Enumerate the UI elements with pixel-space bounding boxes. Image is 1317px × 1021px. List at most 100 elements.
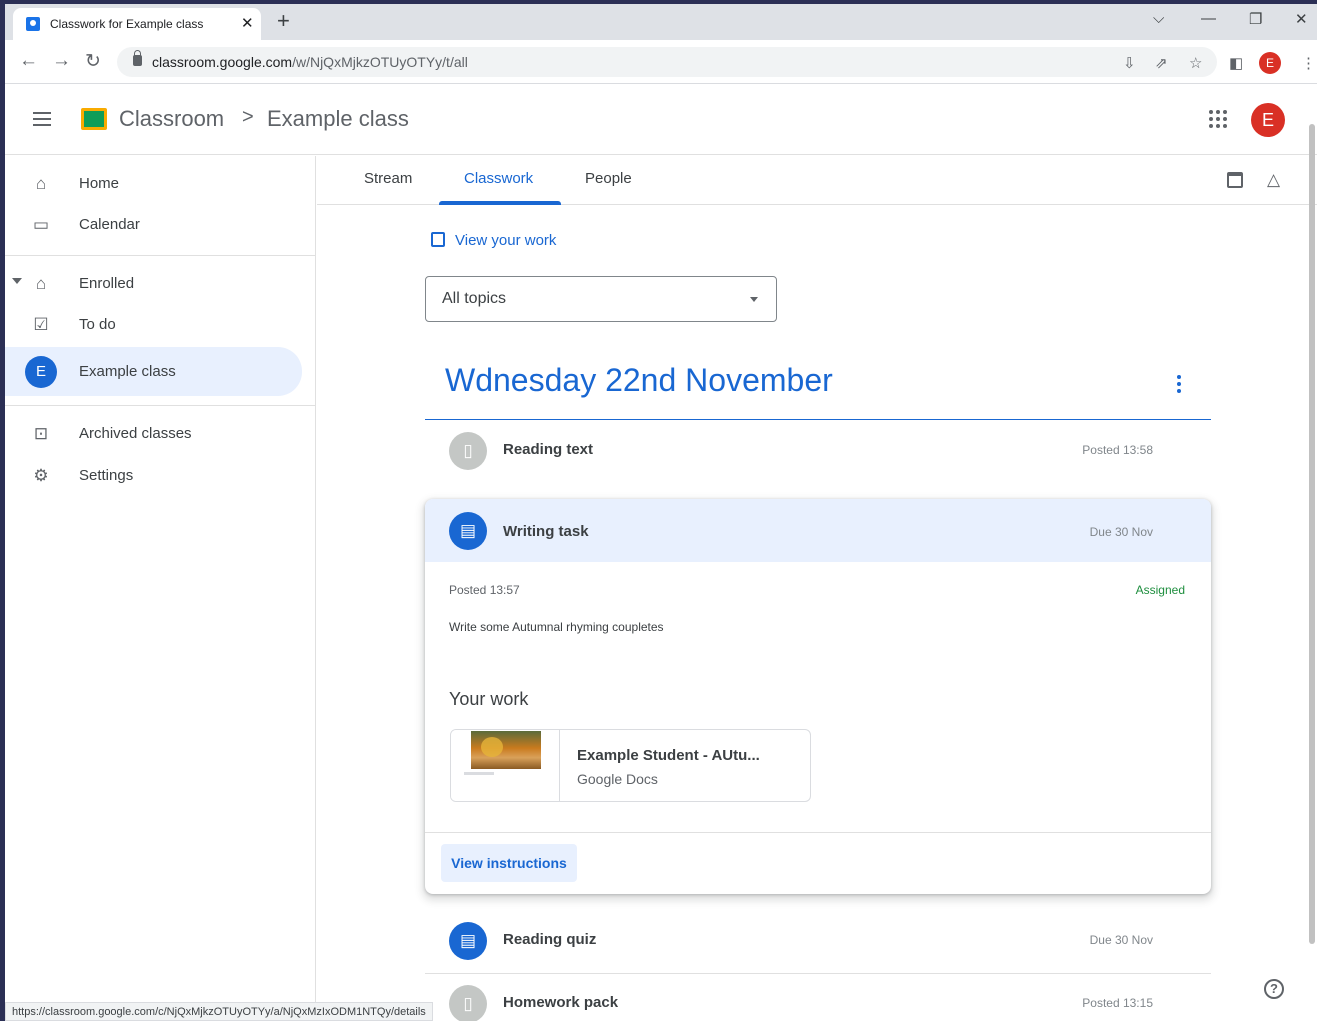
assignment-description: Write some Autumnal rhyming coupletes [449, 620, 664, 634]
main-menu-icon[interactable] [33, 112, 51, 126]
address-bar[interactable]: classroom.google.com/w/NjQxMjkzOTUyOTYy/… [117, 47, 1217, 77]
tab-stream[interactable]: Stream [364, 170, 412, 187]
attachment-type: Google Docs [577, 771, 658, 787]
graduation-cap-icon: ⌂ [35, 274, 47, 293]
google-apps-icon[interactable] [1209, 110, 1227, 128]
share-icon[interactable]: ⇗ [1155, 54, 1168, 72]
item-title: Writing task [503, 523, 589, 540]
forward-icon[interactable]: → [52, 50, 71, 72]
minimize-icon[interactable]: — [1201, 10, 1216, 27]
item-meta: Posted 13:58 [1082, 443, 1153, 457]
tab-search-icon[interactable]: ⌵ [1153, 10, 1164, 27]
tab-people[interactable]: People [585, 170, 632, 187]
item-meta: Due 30 Nov [1089, 933, 1153, 947]
close-window-icon[interactable]: ✕ [1295, 10, 1308, 28]
autumn-image [471, 731, 541, 769]
main-content: Stream Classwork People △ View your work… [317, 156, 1317, 1021]
attachment-name: Example Student - AUtu... [577, 747, 760, 764]
sidebar-item-calendar[interactable]: ▭ Calendar [5, 201, 302, 249]
tab-strip: Classwork for Example class ✕ + ⌵ — ❐ ✕ [5, 4, 1317, 40]
restore-icon[interactable]: ❐ [1249, 10, 1262, 28]
material-icon: ▯ [449, 985, 487, 1021]
sidebar-item-label: Calendar [79, 216, 140, 233]
posted-time: Posted 13:57 [449, 583, 520, 597]
status-badge: Assigned [1135, 583, 1185, 597]
tab-classwork[interactable]: Classwork [464, 170, 533, 187]
new-tab-icon[interactable]: + [277, 9, 290, 33]
sidebar-item-label: Settings [79, 467, 134, 484]
calendar-icon[interactable] [1227, 172, 1243, 188]
dropdown-arrow-icon [750, 297, 758, 302]
help-icon[interactable]: ? [1264, 979, 1284, 999]
todo-list-icon: ☑ [33, 315, 49, 334]
browser-toolbar: ← → ↻ classroom.google.com/w/NjQxMjkzOTU… [5, 40, 1317, 84]
classwork-item-writing-task[interactable]: ▤ Writing task Due 30 Nov [425, 499, 1211, 562]
item-meta: Posted 13:15 [1082, 996, 1153, 1010]
close-tab-icon[interactable]: ✕ [241, 14, 254, 32]
attachment-thumbnail [451, 730, 560, 801]
sidebar-item-label: Example class [79, 363, 176, 380]
side-panel-icon[interactable]: ◧ [1229, 54, 1243, 72]
sidebar-divider [5, 255, 316, 256]
back-icon[interactable]: ← [19, 50, 38, 72]
sidebar-item-label: Enrolled [79, 275, 135, 292]
calendar-icon: ▭ [32, 215, 50, 234]
item-title: Reading text [503, 441, 594, 458]
assignment-icon: ▤ [449, 512, 487, 550]
material-icon: ▯ [449, 432, 487, 470]
browser-profile-avatar[interactable]: E [1259, 52, 1281, 74]
reload-icon[interactable]: ↻ [85, 50, 101, 73]
sidebar-divider [5, 405, 316, 406]
item-meta: Due 30 Nov [1089, 525, 1153, 539]
sidebar-item-label: Home [79, 175, 120, 192]
brand-title[interactable]: Classroom [119, 106, 224, 132]
sidebar-item-settings[interactable]: ⚙ Settings [5, 452, 302, 500]
sidebar-item-example-class[interactable]: E Example class [5, 347, 302, 396]
item-title: Reading quiz [503, 931, 597, 948]
browser-window: Classwork for Example class ✕ + ⌵ — ❐ ✕ … [5, 4, 1317, 1021]
topic-filter-value: All topics [442, 290, 507, 307]
expanded-assignment-card: ▤ Writing task Due 30 Nov Posted 13:57 A… [425, 499, 1211, 894]
browser-menu-icon[interactable]: ⋮ [1301, 54, 1316, 72]
link-status-bar: https://classroom.google.com/c/NjQxMjkzO… [5, 1002, 433, 1021]
classwork-item-reading-quiz[interactable]: ▤ Reading quiz Due 30 Nov [425, 911, 1211, 971]
classroom-favicon-icon [26, 17, 40, 31]
view-instructions-button[interactable]: View instructions [441, 844, 577, 882]
sidebar-item-archived[interactable]: ⊡ Archived classes [5, 410, 302, 458]
lock-icon [133, 50, 142, 66]
page-scrollbar[interactable] [1309, 124, 1315, 944]
expand-caret-icon[interactable] [12, 278, 22, 284]
app-header: Classroom > Example class E [5, 85, 1317, 155]
browser-tab-title: Classwork for Example class [50, 17, 204, 31]
attachment-card[interactable]: Example Student - AUtu... Google Docs [450, 729, 811, 802]
assignment-person-icon [431, 232, 445, 247]
item-title: Homework pack [503, 994, 619, 1011]
breadcrumb-separator: > [242, 106, 254, 128]
breadcrumb-class-name[interactable]: Example class [267, 106, 409, 132]
topic-filter-select[interactable]: All topics [425, 276, 777, 322]
sidebar: ⌂ Home ▭ Calendar ⌂ Enrolled ☑ To do E E… [5, 156, 316, 1021]
home-icon: ⌂ [35, 174, 47, 193]
archive-icon: ⊡ [33, 424, 49, 443]
classroom-logo-icon[interactable] [81, 108, 107, 130]
classwork-item-reading-text[interactable]: ▯ Reading text Posted 13:58 [425, 421, 1211, 481]
class-tabs: Stream Classwork People △ [317, 156, 1317, 205]
gear-icon: ⚙ [33, 466, 49, 485]
url-text: classroom.google.com/w/NjQxMjkzOTUyOTYy/… [152, 54, 468, 70]
class-avatar: E [25, 356, 57, 388]
topic-title: Wdnesday 22nd November [445, 362, 833, 398]
view-your-work-link[interactable]: View your work [431, 232, 556, 249]
card-divider [425, 832, 1211, 833]
your-work-heading: Your work [449, 689, 529, 709]
topic-more-options-icon[interactable] [1177, 375, 1181, 396]
classwork-item-homework-pack[interactable]: ▯ Homework pack Posted 13:15 [425, 974, 1211, 1021]
selected-tab-indicator [439, 201, 561, 205]
bookmark-star-icon[interactable]: ☆ [1189, 54, 1202, 72]
account-avatar[interactable]: E [1251, 103, 1285, 137]
sidebar-item-todo[interactable]: ☑ To do [5, 301, 302, 349]
sidebar-item-label: Archived classes [79, 425, 192, 442]
install-icon[interactable]: ⇩ [1123, 54, 1136, 72]
drive-folder-icon[interactable]: △ [1267, 170, 1280, 190]
topic-divider [425, 419, 1211, 420]
browser-tab[interactable]: Classwork for Example class ✕ [13, 8, 261, 40]
